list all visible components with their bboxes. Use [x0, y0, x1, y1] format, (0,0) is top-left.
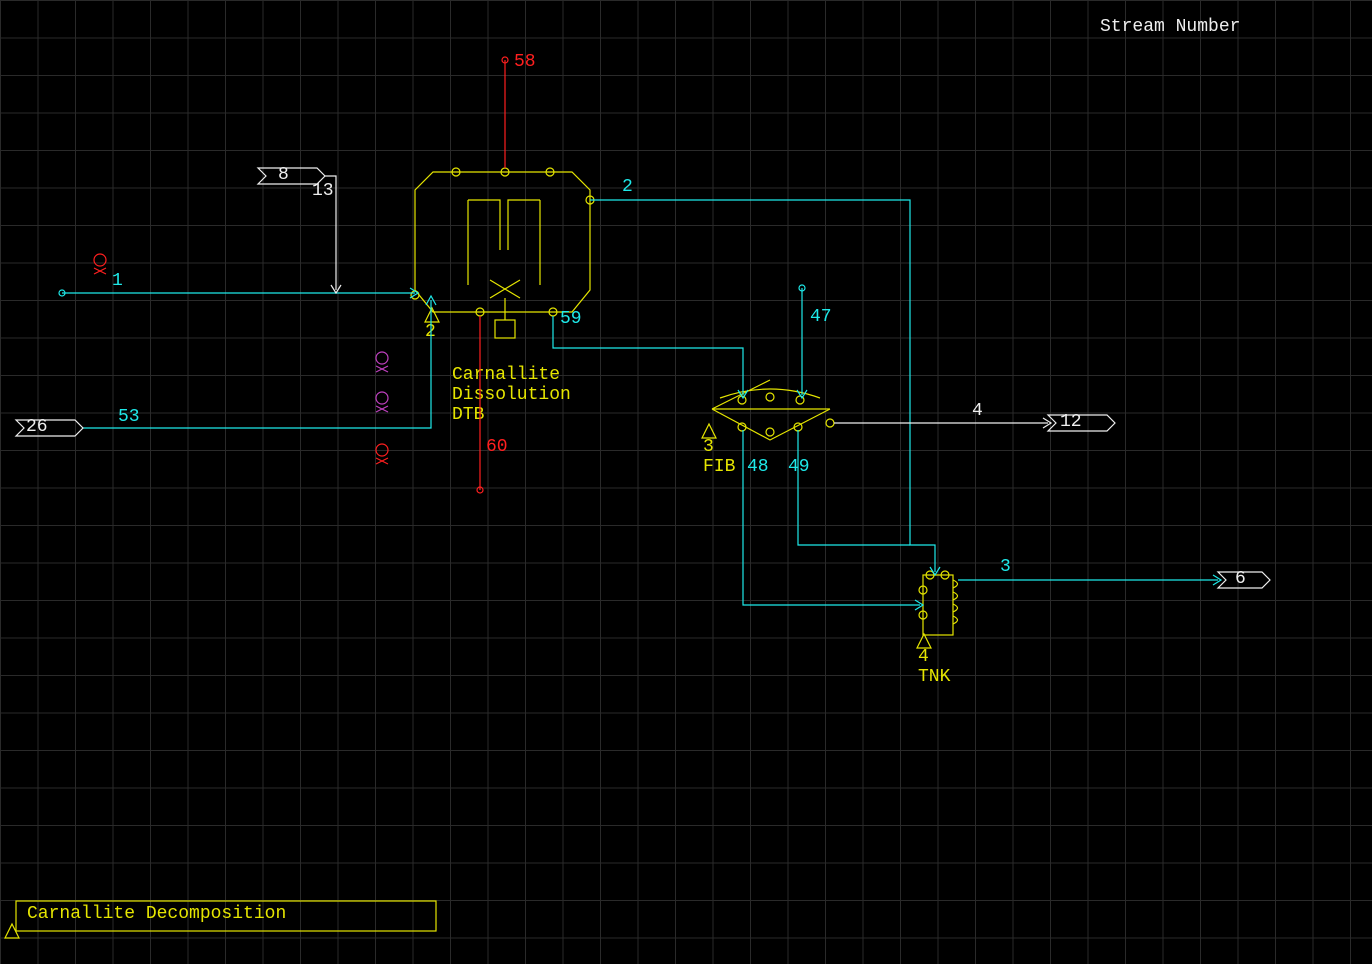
- unit-fib-name: FIB: [703, 457, 736, 477]
- stream-58-label: 58: [514, 52, 536, 72]
- unit-tnk[interactable]: [917, 571, 958, 648]
- stream-49-line[interactable]: [798, 430, 910, 545]
- arrow-out-6-label: 6: [1235, 569, 1246, 589]
- stream-47-line[interactable]: [797, 285, 807, 398]
- stream-4-label: 4: [972, 401, 983, 421]
- unit-tnk-name: TNK: [918, 667, 951, 687]
- stream-1-label: 1: [112, 271, 123, 291]
- valve-icon-red-2: [376, 444, 388, 464]
- stream-48-label: 48: [747, 457, 769, 477]
- stream-48-line[interactable]: [743, 430, 923, 610]
- stream-47-label: 47: [810, 307, 832, 327]
- stream-53-label: 53: [118, 407, 140, 427]
- stream-3-line[interactable]: [958, 575, 1221, 585]
- unit-tnk-id: 4: [918, 647, 929, 667]
- stream-4-line[interactable]: [834, 418, 1051, 428]
- unit-fib[interactable]: [702, 380, 834, 440]
- stream-60-label: 60: [486, 437, 508, 457]
- unit-fib-id: 3: [703, 437, 714, 457]
- stream-13-label: 13: [312, 181, 334, 201]
- stream-49-label: 49: [788, 457, 810, 477]
- arrow-out-12-label: 12: [1060, 412, 1082, 432]
- stream-3-label: 3: [1000, 557, 1011, 577]
- stream-58-line[interactable]: [502, 57, 508, 168]
- valve-icon-magenta-2: [376, 392, 388, 412]
- stream-59-line[interactable]: [553, 316, 748, 398]
- stream-2-label: 2: [622, 177, 633, 197]
- stream-2-line[interactable]: [590, 200, 940, 575]
- unit-dtb-name-1: Carnallite: [452, 365, 560, 385]
- valve-icon-magenta-1: [376, 352, 388, 372]
- legend-title: Stream Number: [1100, 17, 1240, 37]
- unit-dtb-name-2: Dissolution: [452, 385, 571, 405]
- arrow-in-26-label: 26: [26, 417, 48, 437]
- diagram-canvas: Stream Number 2 Carnallite Dissolution: [0, 0, 1372, 964]
- arrow-in-8-label: 8: [278, 165, 289, 185]
- stream-59-label: 59: [560, 309, 582, 329]
- valve-icon-1: [94, 254, 106, 274]
- title-block-text: Carnallite Decomposition: [27, 904, 286, 924]
- flowsheet-svg: Stream Number 2 Carnallite Dissolution: [0, 0, 1372, 964]
